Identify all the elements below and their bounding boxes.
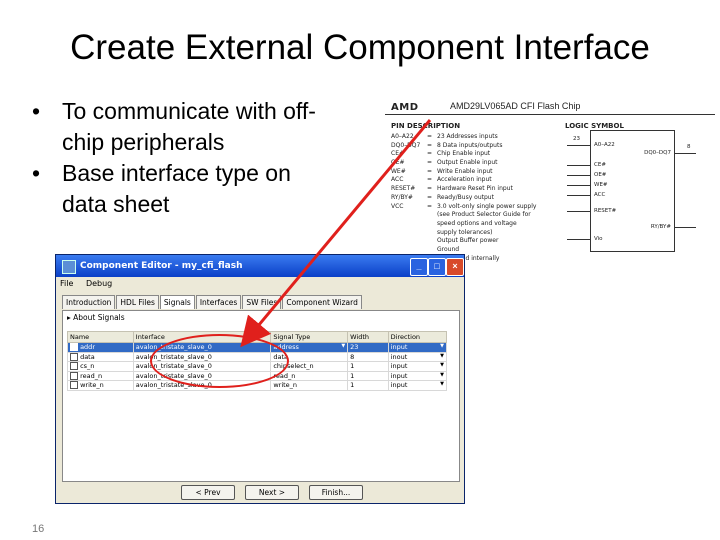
arrow-icon (240, 119, 432, 348)
